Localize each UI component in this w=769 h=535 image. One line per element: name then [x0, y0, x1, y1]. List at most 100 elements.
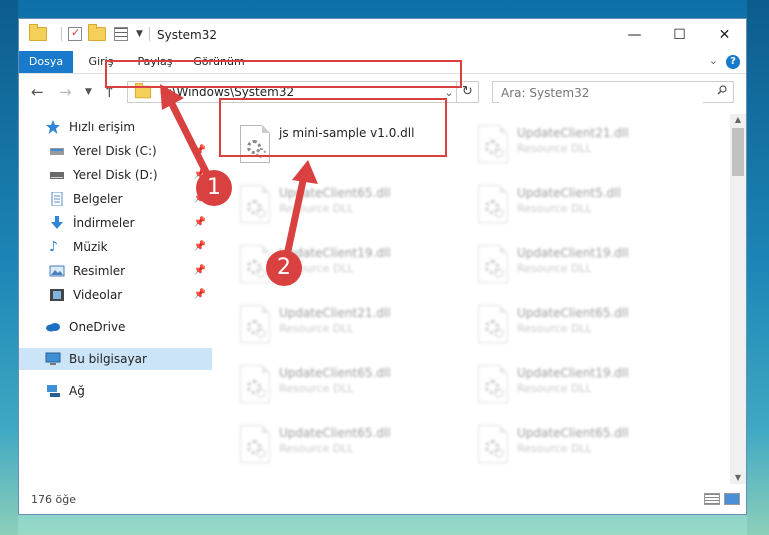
file-type: Resource DLL [517, 142, 592, 155]
back-arrow-icon[interactable]: ← [31, 83, 44, 101]
file-item[interactable]: UpdateClient65.dll Resource DLL [233, 360, 468, 412]
file-type: Resource DLL [279, 322, 354, 335]
pin-icon[interactable]: 📌 [194, 265, 206, 276]
search-box[interactable] [492, 81, 734, 103]
sidebar-item-label: Hızlı erişim [69, 120, 136, 134]
dll-file-icon [240, 305, 270, 343]
sidebar-item-label: Videolar [73, 288, 123, 302]
download-icon [51, 216, 63, 229]
file-item[interactable]: UpdateClient65.dll Resource DLL [471, 300, 706, 352]
file-type: Resource DLL [279, 442, 354, 455]
minimize-button[interactable]: — [612, 19, 657, 51]
file-item[interactable]: UpdateClient21.dll Resource DLL [471, 120, 706, 172]
file-item[interactable]: UpdateClient65.dll Resource DLL [233, 180, 468, 232]
desktop-background-left [0, 0, 18, 535]
file-item[interactable]: UpdateClient21.dll Resource DLL [233, 300, 468, 352]
forward-arrow-icon[interactable]: → [59, 83, 72, 101]
search-input[interactable] [499, 83, 703, 103]
title-bar: ✓ ▼ System32 — ☐ ✕ [19, 19, 746, 51]
file-name: UpdateClient65.dll [517, 306, 629, 320]
help-icon[interactable]: ? [726, 55, 740, 69]
scroll-down-icon[interactable]: ▼ [730, 472, 746, 484]
pin-icon[interactable]: 📌 [194, 217, 206, 228]
file-name: UpdateClient19.dll [517, 246, 629, 260]
file-type: Resource DLL [517, 382, 592, 395]
dll-file-icon [240, 425, 270, 463]
file-type: Resource DLL [517, 202, 592, 215]
sidebar-item-videos[interactable]: Videolar 📌 [19, 284, 212, 306]
recent-locations-icon[interactable]: ▼ [85, 87, 92, 97]
file-type: Resource DLL [517, 442, 592, 455]
file-name: UpdateClient5.dll [517, 186, 621, 200]
video-icon [50, 289, 64, 301]
dll-file-icon [478, 185, 508, 223]
new-folder-icon[interactable] [88, 24, 106, 41]
customize-toolbar-icon[interactable] [114, 27, 128, 41]
details-view-icon[interactable] [704, 493, 720, 505]
pin-icon[interactable]: 📌 [194, 241, 206, 252]
file-name: UpdateClient21.dll [279, 306, 391, 320]
sidebar-item-label: İndirmeler [73, 216, 135, 230]
dll-file-icon [478, 125, 508, 163]
file-item[interactable]: UpdateClient5.dll Resource DLL [471, 180, 706, 232]
scroll-thumb[interactable] [732, 128, 744, 176]
sidebar-item-this-pc[interactable]: Bu bilgisayar [19, 348, 212, 370]
vertical-scrollbar[interactable]: ▲ ▼ [730, 114, 746, 484]
item-count: 176 öğe [31, 493, 76, 506]
sidebar-item-label: Bu bilgisayar [69, 352, 147, 366]
desktop-background-right [747, 0, 769, 535]
large-icons-view-icon[interactable] [724, 493, 740, 505]
network-icon [47, 385, 60, 397]
file-type: Resource DLL [517, 262, 592, 275]
properties-icon[interactable]: ✓ [68, 26, 82, 41]
dll-file-icon [240, 185, 270, 223]
dll-file-icon [240, 365, 270, 403]
sidebar-item-label: Yerel Disk (C:) [73, 144, 157, 158]
sidebar-item-network[interactable]: Ağ [19, 380, 212, 402]
tab-file[interactable]: Dosya [19, 51, 73, 73]
folder-icon [29, 24, 47, 41]
file-item[interactable]: UpdateClient19.dll Resource DLL [471, 240, 706, 292]
dll-file-icon [478, 305, 508, 343]
sidebar-item-music[interactable]: ♪ Müzik 📌 [19, 236, 212, 258]
document-icon [51, 192, 63, 206]
sidebar-item-label: Yerel Disk (D:) [73, 168, 158, 182]
file-item[interactable]: UpdateClient65.dll Resource DLL [471, 420, 706, 472]
dll-file-icon [478, 425, 508, 463]
sidebar-item-label: Belgeler [73, 192, 123, 206]
file-name: UpdateClient65.dll [279, 426, 391, 440]
computer-icon [45, 352, 61, 365]
search-icon[interactable] [717, 85, 727, 95]
sidebar-item-label: OneDrive [69, 320, 126, 334]
file-name: UpdateClient65.dll [517, 426, 629, 440]
file-type: Resource DLL [517, 322, 592, 335]
status-bar: 176 öğe [19, 486, 746, 514]
pictures-icon [49, 265, 65, 277]
pin-icon[interactable]: 📌 [194, 289, 206, 300]
dll-file-icon [478, 245, 508, 283]
dll-file-icon [478, 365, 508, 403]
maximize-button[interactable]: ☐ [657, 19, 702, 51]
sidebar-item-label: Ağ [69, 384, 85, 398]
sidebar-item-pictures[interactable]: Resimler 📌 [19, 260, 212, 282]
file-type: Resource DLL [279, 382, 354, 395]
divider [148, 27, 150, 41]
drive-icon [50, 172, 64, 179]
file-highlight [219, 98, 447, 157]
file-item[interactable]: UpdateClient65.dll Resource DLL [233, 420, 468, 472]
sidebar-item-onedrive[interactable]: OneDrive [19, 316, 212, 338]
music-icon: ♪ [49, 239, 58, 255]
file-name: UpdateClient65.dll [279, 366, 391, 380]
quick-access-toolbar: ✓ ▼ [29, 24, 156, 41]
drive-icon [50, 148, 64, 155]
file-item[interactable]: UpdateClient19.dll Resource DLL [471, 360, 706, 412]
sidebar-item-documents[interactable]: Belgeler 📌 [19, 188, 212, 210]
sidebar-item-downloads[interactable]: İndirmeler 📌 [19, 212, 212, 234]
close-button[interactable]: ✕ [702, 19, 747, 51]
scroll-up-icon[interactable]: ▲ [730, 114, 746, 126]
file-name: UpdateClient19.dll [517, 366, 629, 380]
step-1-marker: 1 [196, 170, 232, 206]
expand-ribbon-icon[interactable]: ⌄ [709, 54, 718, 67]
divider [61, 27, 62, 41]
chevron-down-icon[interactable]: ▼ [136, 29, 143, 39]
